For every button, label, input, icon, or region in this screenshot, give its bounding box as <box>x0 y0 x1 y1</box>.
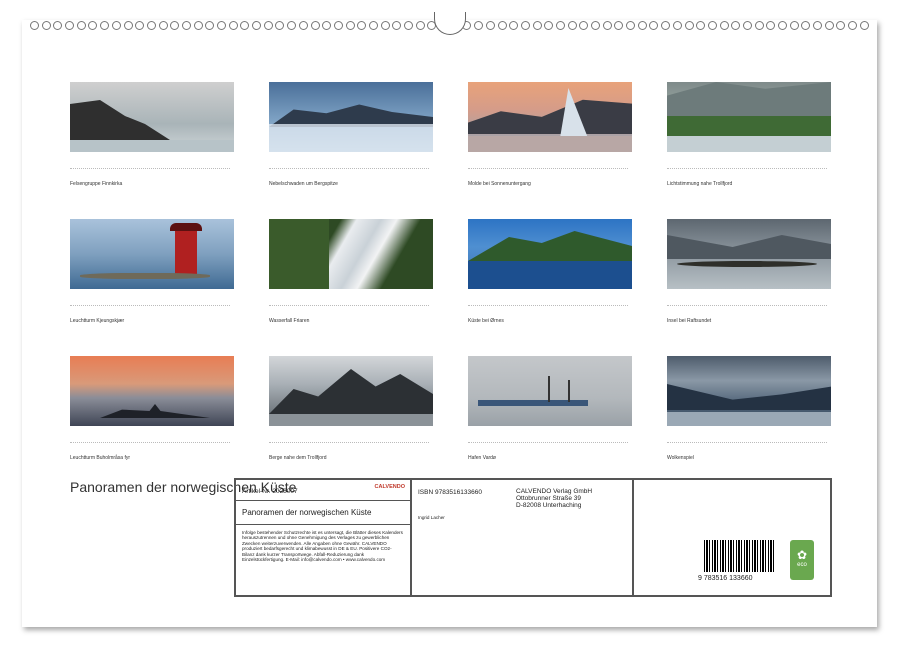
thumbnail-3: Molde bei Sonnenuntergang <box>468 82 632 187</box>
barcode-number: 9 783516 133660 <box>698 575 753 582</box>
thumbnail-9: Leuchtturm Buholmråsa fyr <box>70 356 234 461</box>
caption-8: Insel bei Raftsundet <box>667 318 831 324</box>
thumbnail-1: Felsengruppe Finnkirka <box>70 82 234 187</box>
article-number: Artikel-Nr. 2028007 <box>242 488 298 495</box>
legal-text: Infolge bestehender Schutzrechte ist es … <box>242 530 404 562</box>
caption-11: Hafen Vardø <box>468 455 632 461</box>
eco-icon: ✿ eco <box>790 540 814 580</box>
thumbnail-10: Berge nahe dem Trollfjord <box>269 356 433 461</box>
publisher: CALVENDO Verlag GmbH Ottobrunner Straße … <box>516 488 592 509</box>
caption-7: Küste bei Ørnes <box>468 318 632 324</box>
thumbnail-4: Lichtstimmung nahe Trollfjord <box>667 82 831 187</box>
caption-5: Leuchtturm Kjeungskjær <box>70 318 234 324</box>
caption-4: Lichtstimmung nahe Trollfjord <box>667 181 831 187</box>
info-heading: Panoramen der norwegischen Küste <box>242 508 371 517</box>
caption-12: Wolkenspiel <box>667 455 831 461</box>
thumbnail-12: Wolkenspiel <box>667 356 831 461</box>
caption-2: Nebelschwaden um Bergspitze <box>269 181 433 187</box>
thumbnail-6: Wasserfall Friaren <box>269 219 433 324</box>
thumbnail-5: Leuchtturm Kjeungskjær <box>70 219 234 324</box>
info-left: Artikel-Nr. 2028007 CALVENDO Panoramen d… <box>235 479 411 596</box>
thumbnail-7: Küste bei Ørnes <box>468 219 632 324</box>
thumbnail-11: Hafen Vardø <box>468 356 632 461</box>
barcode-image <box>704 540 774 572</box>
info-middle: ISBN 9783516133660 Ingrid Lacher CALVEND… <box>411 479 633 596</box>
caption-6: Wasserfall Friaren <box>269 318 433 324</box>
info-right: 9 783516 133660 ✿ eco <box>633 479 831 596</box>
author: Ingrid Lacher <box>418 515 445 520</box>
caption-3: Molde bei Sonnenuntergang <box>468 181 632 187</box>
isbn: ISBN 9783516133660 <box>418 489 482 496</box>
calendar-sheet: Felsengruppe Finnkirka Nebelschwaden um … <box>22 20 877 627</box>
caption-1: Felsengruppe Finnkirka <box>70 181 234 187</box>
caption-10: Berge nahe dem Trollfjord <box>269 455 433 461</box>
info-box: Artikel-Nr. 2028007 CALVENDO Panoramen d… <box>234 478 832 597</box>
calvendo-logo: CALVENDO <box>375 484 405 490</box>
thumbnail-2: Nebelschwaden um Bergspitze <box>269 82 433 187</box>
caption-9: Leuchtturm Buholmråsa fyr <box>70 455 234 461</box>
thumbnail-8: Insel bei Raftsundet <box>667 219 831 324</box>
